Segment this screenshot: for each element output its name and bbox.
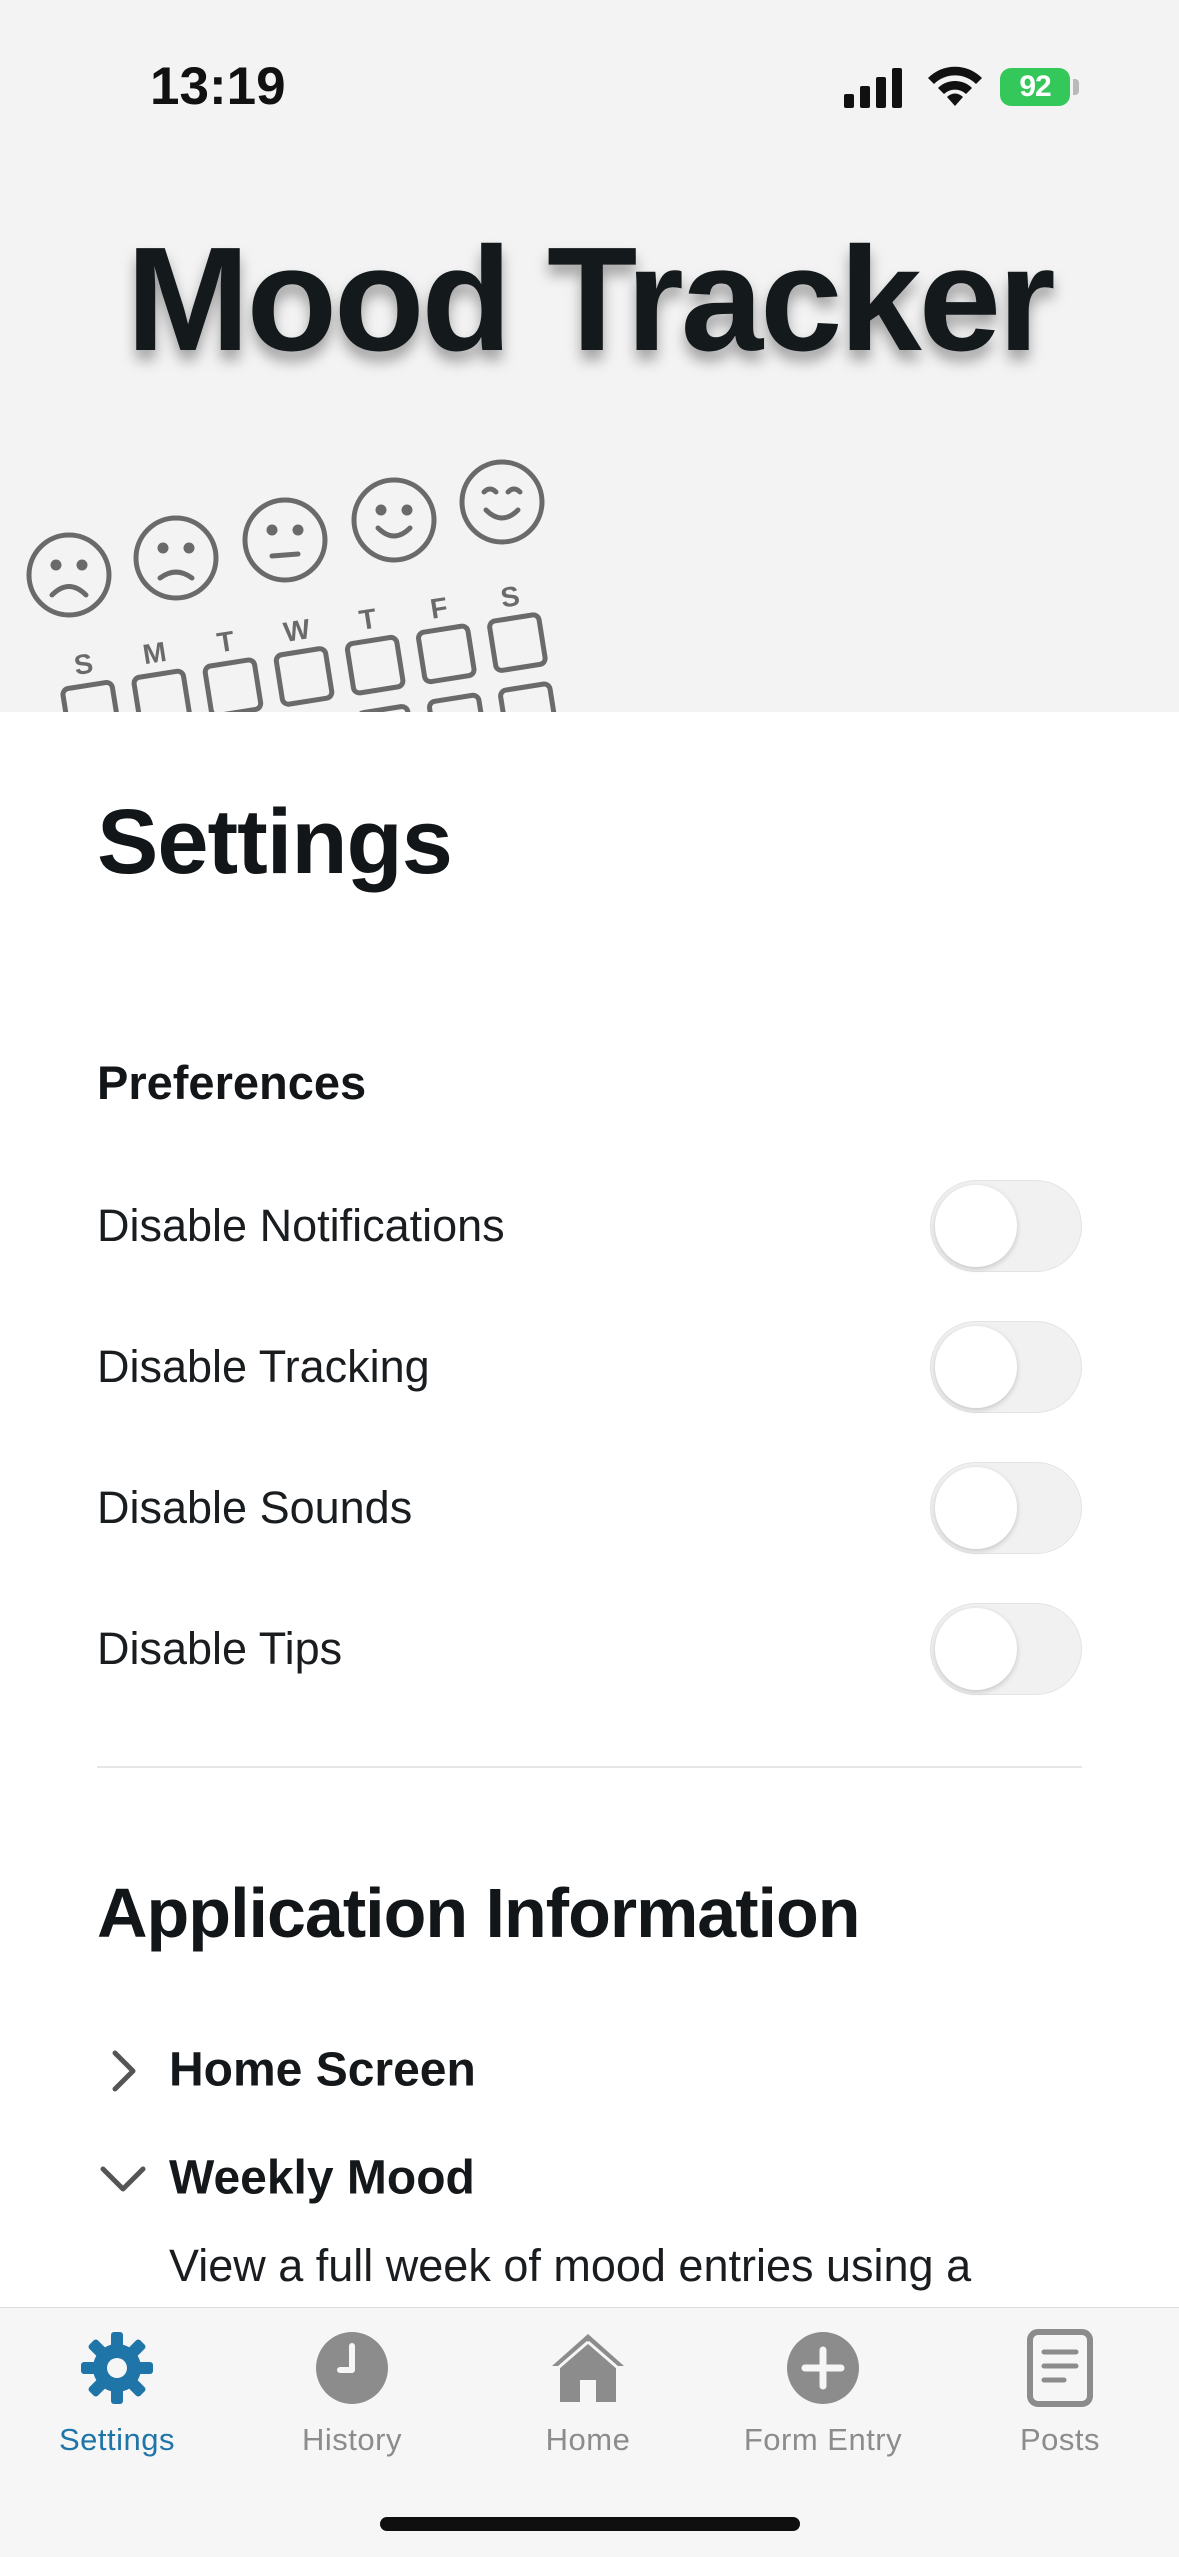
disable-sounds-toggle[interactable] — [930, 1462, 1082, 1554]
tab-history[interactable]: History — [242, 2328, 462, 2468]
accordion-label: Weekly Mood — [169, 2151, 475, 2205]
tab-label: Settings — [58, 2422, 175, 2457]
illustration-day-label: T — [357, 603, 379, 636]
pref-label: Disable Sounds — [97, 1482, 413, 1533]
document-icon — [1027, 2329, 1093, 2407]
pref-row-sounds: Disable Sounds — [97, 1462, 1082, 1554]
tab-settings[interactable]: Settings — [7, 2328, 227, 2468]
clock-icon — [316, 2332, 388, 2404]
tab-label: Posts — [1019, 2422, 1101, 2457]
chevron-right-icon — [112, 2050, 136, 2092]
battery-level: 92 — [1000, 68, 1070, 106]
tab-home[interactable]: Home — [478, 2328, 698, 2468]
accordion-description: View a full week of mood entries using a — [169, 2240, 972, 2291]
home-indicator — [380, 2517, 800, 2531]
tab-form-entry[interactable]: Form Entry — [713, 2328, 933, 2468]
disable-tracking-toggle[interactable] — [930, 1321, 1082, 1413]
app-header: 13:19 92 Mood Tracker S M T W T F S — [0, 0, 1179, 712]
tab-label: History — [302, 2422, 402, 2457]
smile-face-icon — [351, 477, 437, 563]
house-icon — [552, 2334, 624, 2402]
wifi-icon — [928, 66, 982, 106]
illustration-day-label: M — [141, 636, 169, 670]
toggle-knob — [935, 1608, 1017, 1690]
disable-notifications-toggle[interactable] — [930, 1180, 1082, 1272]
illustration-day-label: W — [281, 613, 313, 648]
toggle-knob — [935, 1326, 1017, 1408]
battery-icon: 92 — [1000, 66, 1080, 110]
illustration-day-label: S — [72, 648, 95, 682]
pref-label: Disable Tips — [97, 1623, 343, 1674]
illustration-day-label: S — [498, 580, 521, 614]
gear-icon — [81, 2332, 153, 2404]
toggle-knob — [935, 1467, 1017, 1549]
app-info-heading: Application Information — [97, 1874, 861, 1952]
app-title: Mood Tracker — [126, 217, 1055, 382]
pref-label: Disable Tracking — [97, 1341, 430, 1392]
mood-calendar-illustration: S M T W T F S — [26, 459, 559, 712]
pref-row-notifications: Disable Notifications — [97, 1180, 1082, 1272]
tab-label: Home — [545, 2422, 631, 2457]
disable-tips-toggle[interactable] — [930, 1603, 1082, 1695]
tab-posts[interactable]: Posts — [950, 2328, 1170, 2468]
plus-circle-icon — [787, 2332, 859, 2404]
accordion-label: Home Screen — [169, 2043, 476, 2097]
preferences-heading: Preferences — [97, 1056, 367, 1109]
section-divider — [97, 1766, 1082, 1768]
page-title: Settings — [97, 791, 453, 893]
tab-label: Form Entry — [743, 2422, 903, 2457]
frown-face-icon — [133, 515, 219, 601]
signal-icon — [844, 68, 902, 108]
accordion-home-screen[interactable]: Home Screen — [97, 2035, 1082, 2105]
pref-label: Disable Notifications — [97, 1200, 505, 1251]
illustration-day-label: F — [428, 591, 450, 624]
accordion-weekly-mood[interactable]: Weekly Mood — [97, 2143, 1082, 2213]
illustration-day-label: T — [215, 625, 237, 658]
neutral-face-icon — [242, 497, 328, 583]
wink-face-icon — [459, 459, 545, 545]
pref-row-tips: Disable Tips — [97, 1603, 1082, 1695]
toggle-knob — [935, 1185, 1017, 1267]
sad-face-icon — [26, 532, 112, 618]
pref-row-tracking: Disable Tracking — [97, 1321, 1082, 1413]
status-time: 13:19 — [150, 57, 286, 116]
chevron-down-icon — [100, 2166, 146, 2192]
